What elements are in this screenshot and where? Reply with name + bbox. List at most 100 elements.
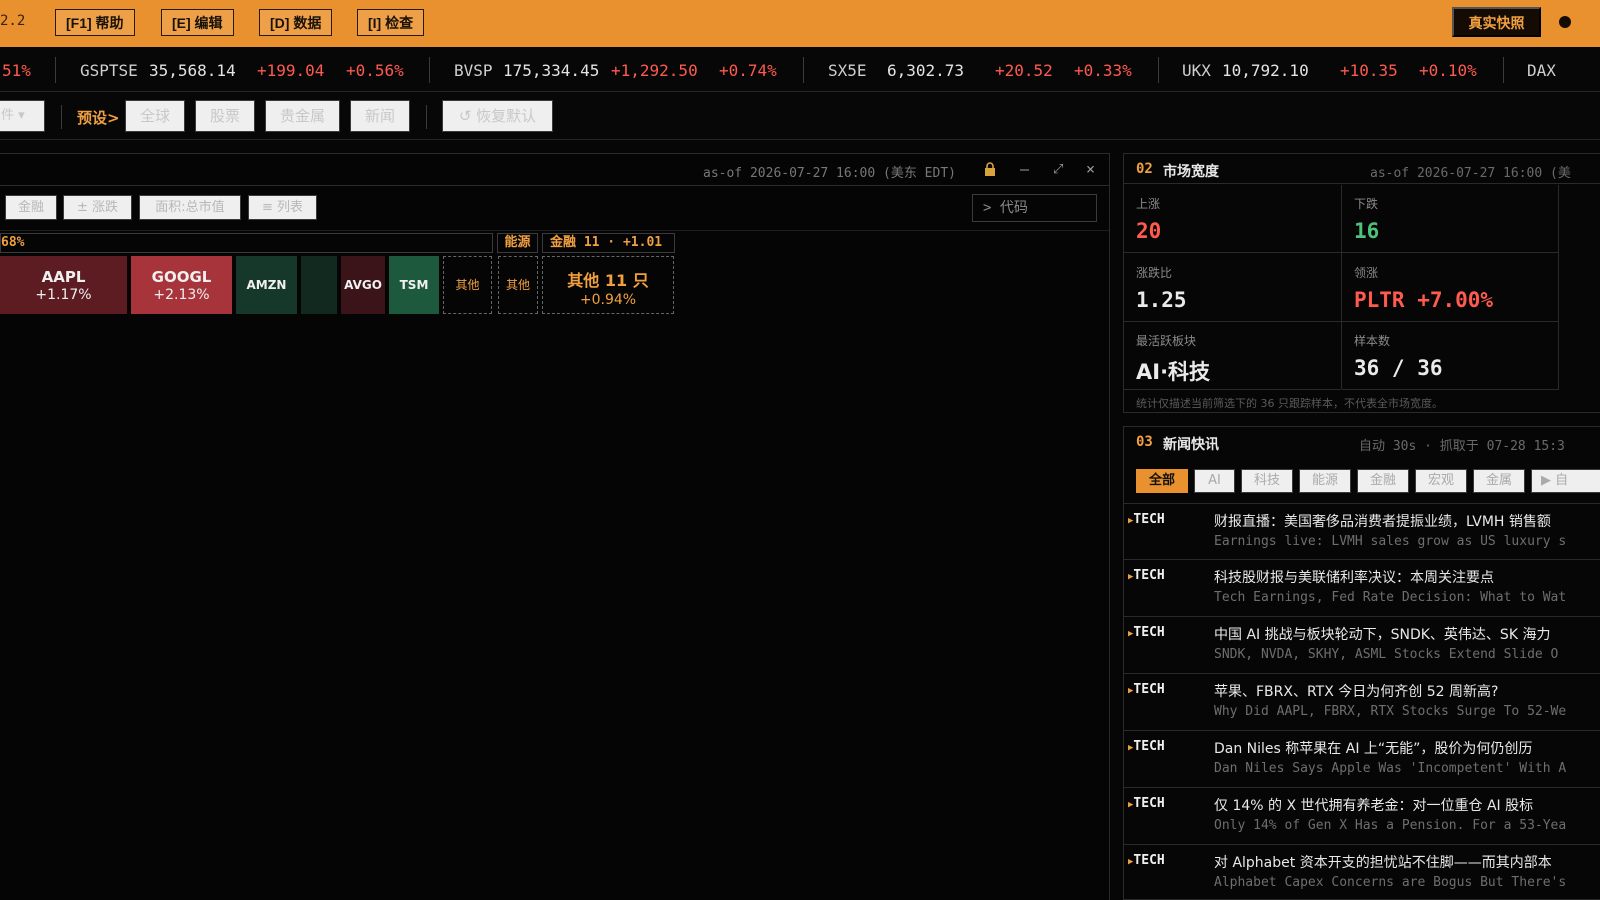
inspect-key-button[interactable]: [I] 检查 — [357, 9, 425, 36]
news-item[interactable]: ▶TECH 中国 AI 挑战与板块轮动下，SNDK、英伟达、SK 海力 SNDK… — [1124, 617, 1600, 674]
preset-label: 预设> — [77, 109, 120, 127]
top-menu-bar: 2.2 [F1] 帮助 [E] 编辑 [D] 数据 [I] 检查 真实快照 — [0, 0, 1600, 47]
news-tab-energy[interactable]: 能源 — [1299, 469, 1351, 493]
cell-symbol: AMZN — [246, 278, 287, 292]
heatmap-cell-other-tech[interactable]: 其他 — [443, 256, 492, 314]
cell-symbol: TSM — [399, 278, 429, 292]
divider — [61, 105, 62, 129]
heatmap-cell-other-energy[interactable]: 其他 — [498, 256, 538, 314]
preset-news-button[interactable]: 新闻 — [350, 100, 410, 132]
ticker-change-pct: 51% — [2, 61, 31, 80]
ticker-change: +199.04 — [257, 61, 325, 80]
news-tab-tech[interactable]: 科技 — [1241, 469, 1293, 493]
ticker-symbol[interactable]: SX5E — [828, 61, 867, 80]
ticker-value: 10,792.10 — [1222, 61, 1309, 80]
heatmap-cell-avgo[interactable]: AVGO — [341, 256, 385, 314]
code-search-input[interactable] — [972, 194, 1097, 222]
panel-number: 02 — [1136, 161, 1153, 177]
heatmap-cell-other-finance[interactable]: 其他 11 只 +0.94% — [542, 256, 674, 314]
snapshot-mode-button[interactable]: 真实快照 — [1452, 7, 1541, 37]
news-filter-tabs: 全部 AI 科技 能源 金融 宏观 金属 ▶ 自 — [1124, 465, 1600, 495]
heatmap-cell-aapl[interactable]: AAPL +1.17% — [0, 256, 127, 314]
news-tab-ai[interactable]: AI — [1194, 469, 1235, 493]
news-headline-en: Dan Niles Says Apple Was 'Incompetent' W… — [1214, 761, 1567, 776]
cell-symbol: 其他 — [455, 278, 480, 292]
status-dot-icon — [1559, 16, 1571, 28]
panel-number: 03 — [1136, 434, 1153, 450]
change-mode-button[interactable]: ± 涨跌 — [63, 195, 132, 220]
stat-value: 36 / 36 — [1354, 356, 1443, 380]
reset-default-button[interactable]: ↺ 恢复默认 — [442, 100, 553, 132]
stat-label: 上涨 — [1136, 197, 1161, 211]
ticker-change: +20.52 — [995, 61, 1053, 80]
news-headline-zh: 苹果、FBRX、RTX 今日为何齐创 52 周新高? — [1214, 684, 1499, 700]
ticker-symbol[interactable]: DAX — [1527, 61, 1556, 80]
preset-stocks-button[interactable]: 股票 — [195, 100, 255, 132]
news-tab-finance[interactable]: 金融 — [1357, 469, 1409, 493]
lock-icon[interactable] — [983, 162, 997, 176]
stat-adv-dec-ratio: 涨跌比 1.25 — [1124, 254, 1341, 322]
news-headline-zh: 科技股财报与美联储利率决议：本周关注要点 — [1214, 570, 1494, 586]
news-tab-metals[interactable]: 金属 — [1473, 469, 1525, 493]
edit-key-button[interactable]: [E] 编辑 — [161, 9, 234, 36]
panel-header: 02 市场宽度 as-of 2026-07-27 16:00 (美 — [1124, 154, 1600, 184]
ticker-value: 35,568.14 — [149, 61, 236, 80]
heatmap-cell-amzn[interactable]: AMZN — [236, 256, 297, 314]
help-key-button[interactable]: [F1] 帮助 — [55, 9, 135, 36]
list-view-button[interactable]: ≡ 列表 — [248, 195, 317, 220]
minimize-icon[interactable]: – — [1020, 160, 1029, 178]
stat-value: 20 — [1136, 219, 1162, 243]
cell-symbol: 其他 11 只 — [567, 271, 649, 290]
stat-label: 最活跃板块 — [1136, 334, 1197, 348]
group-header-tech: 68% — [0, 233, 493, 253]
news-tab-macro[interactable]: 宏观 — [1415, 469, 1467, 493]
cell-symbol: 其他 — [505, 278, 530, 292]
ticker-divider — [1503, 57, 1504, 83]
news-item[interactable]: ▶TECH 仅 14% 的 X 世代拥有养老金：对一位重仓 AI 股标 Only… — [1124, 788, 1600, 845]
news-item[interactable]: ▶TECH 对 Alphabet 资本开支的担忧站不住脚——而其内部本 Alph… — [1124, 845, 1600, 900]
ticker-symbol[interactable]: BVSP — [454, 61, 493, 80]
asof-timestamp: as-of 2026-07-27 16:00 (美东 EDT) — [703, 166, 956, 181]
news-item[interactable]: ▶TECH 财报直播：美国奢侈品消费者提振业绩，LVMH 销售额 Earning… — [1124, 503, 1600, 560]
news-headline-en: Alphabet Capex Concerns are Bogus But Th… — [1214, 875, 1567, 890]
stat-decliners: 下跌 16 — [1342, 185, 1559, 253]
news-item[interactable]: ▶TECH Dan Niles 称苹果在 AI 上“无能”，股价为何仍创历 Da… — [1124, 731, 1600, 788]
ticker-change-pct: +0.10% — [1419, 61, 1477, 80]
heatmap-cell-tsm[interactable]: TSM — [389, 256, 439, 314]
ticker-symbol[interactable]: GSPTSE — [80, 61, 138, 80]
stat-label: 领涨 — [1354, 266, 1379, 280]
stat-top-gainer: 领涨 PLTR +7.00% — [1342, 254, 1559, 322]
expand-icon[interactable]: ⤢ — [1053, 162, 1063, 177]
news-panel: 03 新闻快讯 自动 30s · 抓取于 07-28 15:3 全部 AI 科技… — [1123, 426, 1600, 900]
ticker-divider — [55, 57, 56, 83]
preset-metals-button[interactable]: 贵金属 — [265, 100, 340, 132]
stat-label: 样本数 — [1354, 334, 1391, 348]
data-key-button[interactable]: [D] 数据 — [259, 9, 333, 36]
news-headline-zh: 中国 AI 挑战与板块轮动下，SNDK、英伟达、SK 海力 — [1214, 627, 1551, 643]
heatmap-cell-unlabeled[interactable] — [301, 256, 337, 314]
news-headline-zh: 财报直播：美国奢侈品消费者提振业绩，LVMH 销售额 — [1214, 514, 1551, 530]
news-item[interactable]: ▶TECH 苹果、FBRX、RTX 今日为何齐创 52 周新高? Why Did… — [1124, 674, 1600, 731]
news-tag: ▶TECH — [1128, 853, 1165, 868]
ticker-divider — [803, 57, 804, 83]
ticker-value: 175,334.45 — [503, 61, 600, 80]
news-tag: ▶TECH — [1128, 625, 1165, 640]
ticker-symbol[interactable]: UKX — [1182, 61, 1211, 80]
news-tab-all[interactable]: 全部 — [1136, 469, 1188, 493]
sector-filter-button[interactable]: 金融 — [5, 195, 57, 220]
preset-global-button[interactable]: 全球 — [125, 100, 185, 132]
news-refresh-meta: 自动 30s · 抓取于 07-28 15:3 — [1359, 439, 1565, 454]
ticker-change-pct: +0.74% — [719, 61, 777, 80]
ticker-divider — [429, 57, 430, 83]
close-icon[interactable]: × — [1086, 160, 1095, 178]
heatmap-cell-googl[interactable]: GOOGL +2.13% — [131, 256, 232, 314]
news-item[interactable]: ▶TECH 科技股财报与美联储利率决议：本周关注要点 Tech Earnings… — [1124, 560, 1600, 617]
panel-title: 市场宽度 — [1163, 164, 1219, 180]
news-headline-en: Earnings live: LVMH sales grow as US lux… — [1214, 534, 1567, 549]
cell-symbol: GOOGL — [151, 268, 212, 286]
news-autoplay-button[interactable]: ▶ 自 — [1531, 469, 1600, 493]
area-mode-button[interactable]: 面积:总市值 — [139, 195, 241, 220]
stat-value: 16 — [1354, 219, 1380, 243]
heatmap-panel: as-of 2026-07-27 16:00 (美东 EDT) – ⤢ × 金融… — [0, 153, 1110, 900]
filter-dropdown[interactable]: 件 ▾ — [0, 100, 45, 132]
